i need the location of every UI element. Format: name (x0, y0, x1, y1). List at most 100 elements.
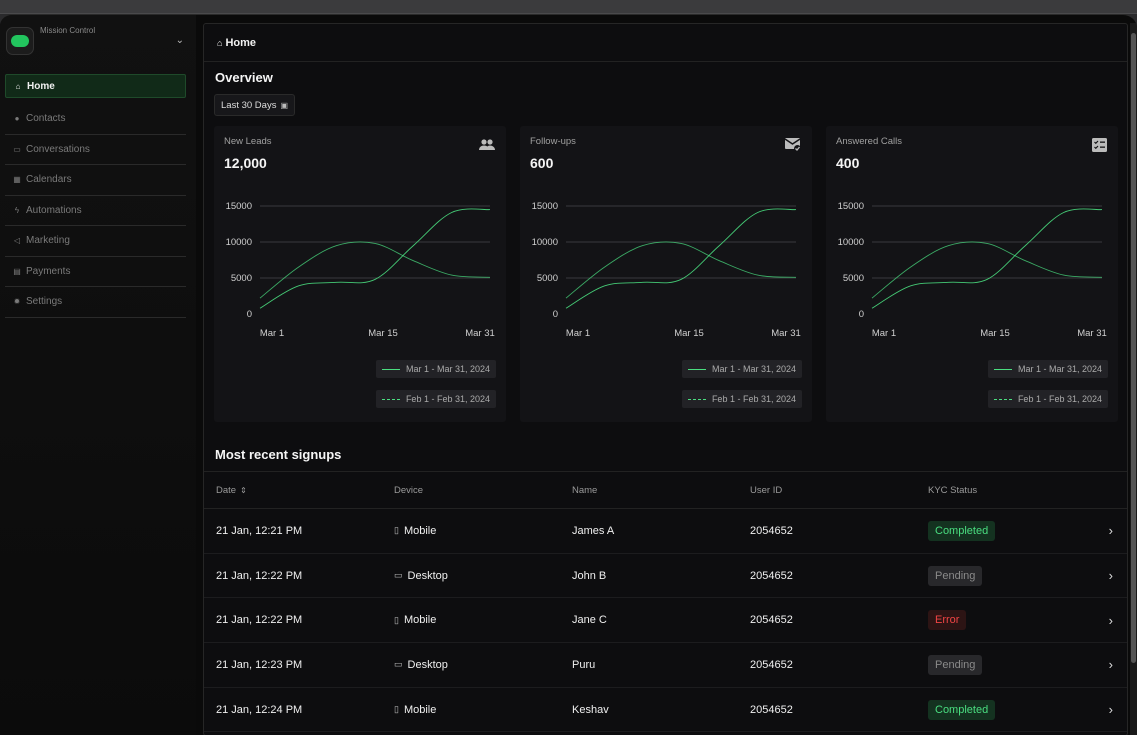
x-tick-label: Mar 31 (465, 328, 495, 339)
legend-label: Feb 1 - Feb 31, 2024 (711, 394, 796, 404)
x-tick-label: Mar 15 (980, 328, 1010, 339)
cell-user-id: 2054652 (750, 524, 793, 537)
legend-item[interactable]: Feb 1 - Feb 31, 2024 (375, 390, 496, 408)
y-tick-label: 5000 (231, 273, 252, 284)
cell-date: 21 Jan, 12:22 PM (216, 569, 303, 582)
scrollbar[interactable] (1130, 23, 1137, 735)
table-row[interactable]: 21 Jan, 12:22 PM ▯ Mobile Jane C 2054652… (204, 598, 1127, 644)
legend-label: Feb 1 - Feb 31, 2024 (1017, 394, 1102, 404)
legend-swatch (381, 368, 400, 370)
chevron-right-icon[interactable]: › (1109, 643, 1113, 687)
column-date[interactable]: Date ⇕ (216, 472, 247, 508)
cell-date: 21 Jan, 12:22 PM (216, 614, 303, 627)
chevron-down-icon[interactable]: ⌄ (176, 35, 184, 46)
cell-user-id: 2054652 (750, 614, 793, 627)
sidebar-item-conversations[interactable]: ▭ Conversations (5, 135, 186, 165)
status-badge: Error (928, 610, 967, 631)
breadcrumb-label[interactable]: Home (225, 37, 256, 49)
series-line-solid (259, 208, 491, 309)
x-tick-label: Mar 31 (771, 328, 801, 339)
sidebar-item-settings[interactable]: ✹ Settings (5, 287, 186, 318)
legend-item[interactable]: Mar 1 - Mar 31, 2024 (681, 360, 802, 378)
cell-kyc-status: Error (928, 598, 967, 642)
workspace-switcher[interactable]: Mission Control ⌄ (6, 23, 192, 67)
chevron-right-icon[interactable]: › (1109, 688, 1113, 732)
calendar-icon: ▦ (13, 175, 21, 185)
cell-device: ▭ Desktop (394, 554, 448, 598)
main-content: ⌂ Home Overview Last 30 Days ▣ New Leads… (203, 23, 1128, 735)
y-tick-label: 0 (553, 309, 558, 320)
checklist-icon (1090, 136, 1108, 154)
status-badge: Pending (928, 565, 983, 586)
y-tick-label: 5000 (537, 273, 558, 284)
table-row[interactable]: 21 Jan, 12:21 PM ▯ Mobile James A 205465… (204, 509, 1127, 554)
legend-item[interactable]: Mar 1 - Mar 31, 2024 (375, 360, 496, 378)
y-tick-label: 0 (247, 309, 252, 320)
legend-swatch (993, 368, 1012, 370)
home-icon: ⌂ (217, 37, 223, 48)
gear-icon: ✹ (13, 297, 21, 307)
series-line-dashed (871, 241, 1103, 299)
sidebar-item-calendars[interactable]: ▦ Calendars (5, 165, 186, 196)
sidebar-item-marketing[interactable]: ◁ Marketing (5, 226, 186, 257)
mail-check-icon (784, 136, 802, 154)
table-row[interactable]: 21 Jan, 12:24 PM ▯ Mobile Keshav 2054652… (204, 688, 1127, 733)
legend-label: Mar 1 - Mar 31, 2024 (1017, 364, 1102, 374)
status-badge: Pending (928, 654, 983, 675)
cell-date: 21 Jan, 12:24 PM (216, 703, 303, 716)
chevron-right-icon[interactable]: › (1109, 598, 1113, 642)
chevron-right-icon[interactable]: › (1109, 509, 1113, 553)
legend-swatch (687, 398, 706, 400)
scrollbar-thumb[interactable] (1131, 33, 1136, 663)
stat-card-label: Answered Calls (836, 136, 902, 147)
chat-icon: ▭ (13, 144, 21, 154)
cell-name: John B (572, 569, 607, 582)
cell-kyc-status: Pending (928, 643, 983, 687)
legend-label: Mar 1 - Mar 31, 2024 (405, 364, 490, 374)
sort-icon[interactable]: ⇕ (240, 486, 247, 495)
sidebar-item-payments[interactable]: ▤ Payments (5, 257, 186, 287)
cell-name: Puru (572, 658, 596, 671)
cell-device-label: Mobile (403, 524, 437, 537)
calendar-icon: ▣ (280, 100, 289, 110)
cell-device-label: Desktop (407, 569, 448, 582)
sidebar-item-label: Marketing (26, 235, 70, 247)
series-line-solid (565, 208, 797, 309)
workspace-name: Mission Control (40, 26, 96, 35)
legend-item[interactable]: Feb 1 - Feb 31, 2024 (681, 390, 802, 408)
x-tick-label: Mar 1 (872, 328, 896, 339)
sidebar-item-label: Contacts (26, 113, 66, 125)
contacts-icon: ● (14, 114, 20, 124)
table-header: Date ⇕ Device Name User ID KYC Status (204, 471, 1127, 509)
x-tick-label: Mar 1 (260, 328, 284, 339)
users-icon (478, 136, 496, 154)
stat-card-new-leads: New Leads 12,000 0 5000 10000 15000 Mar 1 Mar… (214, 126, 506, 422)
cell-device-label: Mobile (403, 614, 437, 627)
line-chart: 0 5000 10000 15000 Mar 1 Mar 15 Mar 31 (838, 201, 1107, 339)
cell-name: Jane C (572, 614, 607, 627)
sidebar-item-contacts[interactable]: ● Contacts (5, 104, 186, 135)
cell-device-label: Mobile (403, 703, 437, 716)
desktop-icon: ▭ (394, 570, 403, 581)
sidebar-item-home[interactable]: ⌂ Home (5, 74, 186, 98)
y-tick-label: 15000 (226, 201, 252, 212)
table-row[interactable]: 21 Jan, 12:22 PM ▭ Desktop John B 205465… (204, 554, 1127, 599)
cell-device: ▭ Desktop (394, 643, 448, 687)
legend-item[interactable]: Feb 1 - Feb 31, 2024 (987, 390, 1108, 408)
x-tick-label: Mar 31 (1077, 328, 1107, 339)
y-tick-label: 15000 (532, 201, 558, 212)
legend-label: Feb 1 - Feb 31, 2024 (405, 394, 490, 404)
app-window: Mission Control ⌄ ⌂ Home ● Contacts ▭ Convers… (0, 14, 1137, 735)
y-tick-label: 5000 (843, 273, 864, 284)
date-range-button[interactable]: Last 30 Days ▣ (214, 94, 296, 116)
chevron-right-icon[interactable]: › (1109, 554, 1113, 598)
table-row[interactable]: 21 Jan, 12:23 PM ▭ Desktop Puru 2054652 … (204, 643, 1127, 688)
home-icon: ⌂ (15, 81, 21, 91)
column-name: Name (572, 484, 598, 496)
sidebar-item-label: Settings (26, 296, 63, 308)
cell-kyc-status: Completed (928, 509, 996, 553)
legend-item[interactable]: Mar 1 - Mar 31, 2024 (987, 360, 1108, 378)
line-chart: 0 5000 10000 15000 Mar 1 Mar 15 Mar 31 (532, 201, 801, 339)
sidebar-item-automations[interactable]: ϟ Automations (5, 196, 186, 226)
series-line-dashed (565, 241, 797, 299)
